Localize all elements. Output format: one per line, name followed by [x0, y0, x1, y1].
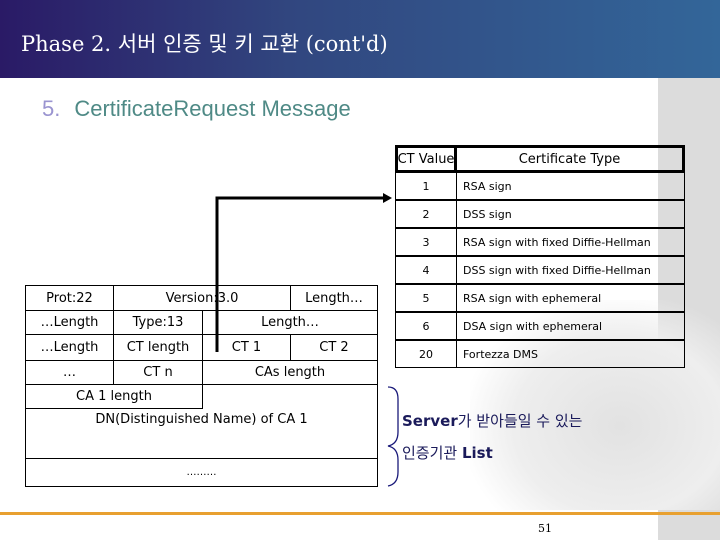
- column-header-certificate-type: Certificate Type: [454, 145, 685, 173]
- certificate-type-cell: DSS sign: [456, 200, 685, 228]
- certificate-type-cell: RSA sign with ephemeral: [456, 284, 685, 312]
- ct-value-cell: 4: [395, 256, 457, 284]
- certificate-type-cell: RSA sign with fixed Diffie-Hellman: [456, 228, 685, 256]
- ct-value-cell: 6: [395, 312, 457, 340]
- ct-value-cell: 5: [395, 284, 457, 312]
- certificate-type-cell: Fortezza DMS: [456, 340, 685, 368]
- ct-value-cell: 2: [395, 200, 457, 228]
- arrow-head-icon: [383, 193, 392, 203]
- brace-icon: [387, 386, 399, 487]
- page-number: 51: [538, 522, 552, 535]
- note-bold: List: [461, 444, 493, 462]
- column-header-ct-value: CT Value: [395, 145, 457, 173]
- note-text: 인증기관: [402, 444, 462, 462]
- certificate-type-cell: RSA sign: [456, 172, 685, 200]
- certificate-type-cell: DSS sign with fixed Diffie-Hellman: [456, 256, 685, 284]
- note-line-1: Server가 받아들일 수 있는: [402, 410, 582, 431]
- note-bold: Server: [402, 412, 458, 430]
- ct-value-cell: 3: [395, 228, 457, 256]
- decorative-panel: [658, 515, 720, 540]
- footer-divider: [0, 512, 720, 515]
- note-text: 가 받아들일 수 있는: [457, 412, 583, 430]
- ct-value-cell: 1: [395, 172, 457, 200]
- arrow-line: [215, 196, 383, 352]
- note-line-2: 인증기관 List: [402, 442, 493, 463]
- ct-value-cell: 20: [395, 340, 457, 368]
- certificate-type-cell: DSA sign with ephemeral: [456, 312, 685, 340]
